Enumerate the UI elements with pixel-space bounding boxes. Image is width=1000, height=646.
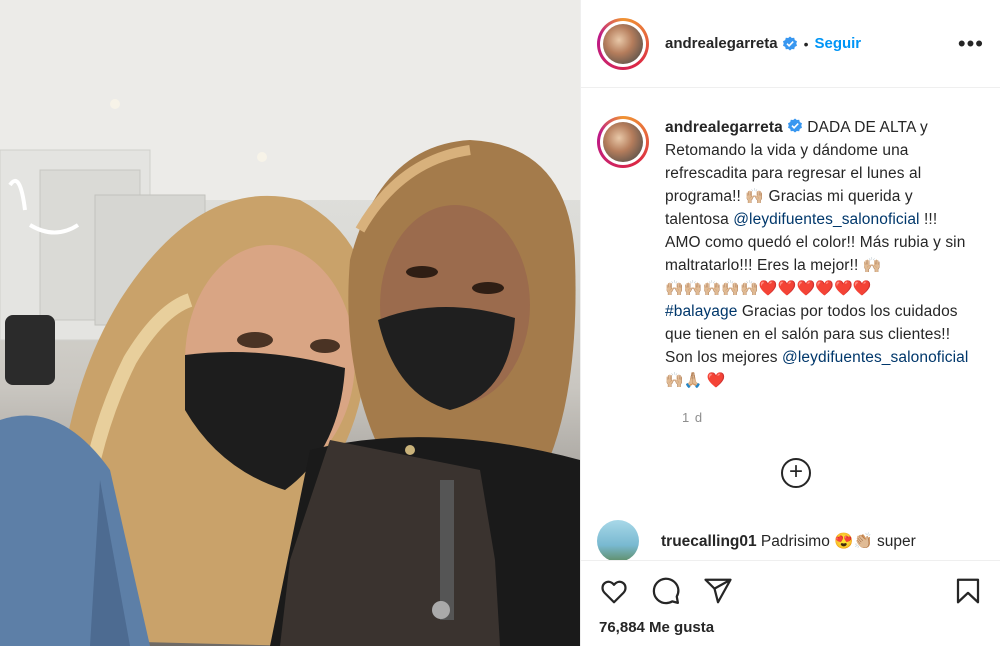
post-photo[interactable] — [0, 0, 580, 646]
share-icon — [704, 578, 732, 604]
like-icon — [601, 580, 627, 604]
caption-username[interactable]: andrealegarreta — [665, 119, 783, 136]
post-header: andrealegarreta • Seguir ••• — [581, 0, 1000, 88]
like-button[interactable] — [597, 574, 631, 608]
caption-author-avatar[interactable] — [597, 116, 649, 168]
comment-body: Padrisimo 😍👏🏼 super — [756, 533, 916, 550]
more-options-icon[interactable]: ••• — [958, 32, 984, 55]
avatar-inner — [600, 119, 646, 165]
verified-icon — [782, 36, 797, 50]
mention-link[interactable]: @leydifuentes_salonoficial — [782, 349, 968, 366]
raising-hands-emoji: 🙌🏼 — [745, 188, 765, 205]
likes-count[interactable]: 76,884 Me gusta — [581, 619, 1000, 636]
caption: andrealegarreta DADA DE ALTA y Retomando… — [597, 116, 984, 392]
post-actions: 76,884 Me gusta — [581, 560, 1000, 646]
post-timestamp[interactable]: 1 d — [682, 410, 984, 425]
share-button[interactable] — [701, 574, 735, 608]
mention-link[interactable]: @leydifuentes_salonoficial — [733, 211, 919, 228]
save-icon — [956, 578, 980, 604]
action-icons-row — [581, 561, 1000, 621]
raising-hands-emoji: 🙌🏼 — [862, 257, 882, 274]
caption-text: andrealegarreta DADA DE ALTA y Retomando… — [665, 116, 971, 392]
separator-dot: • — [803, 35, 809, 52]
author-username[interactable]: andrealegarreta — [665, 35, 778, 52]
hands-pray-emoji: 🙌🏼🙏🏼 — [665, 372, 707, 389]
comment-text: truecalling01 Padrisimo 😍👏🏼 super — [661, 532, 916, 551]
hearts-emoji-row: ❤️❤️❤️❤️❤️❤️ — [758, 280, 872, 297]
plus-glyph: + — [788, 458, 803, 485]
load-more-comments-icon[interactable]: + — [781, 458, 811, 488]
verified-icon — [787, 118, 802, 133]
commenter-username[interactable]: truecalling01 — [661, 533, 757, 550]
heart-emoji: ❤️ — [706, 372, 726, 389]
author-avatar[interactable] — [597, 17, 649, 70]
commenter-avatar[interactable] — [597, 520, 639, 562]
avatar-inner — [600, 20, 646, 67]
post-side-panel: andrealegarreta • Seguir ••• andrealegar… — [580, 0, 1000, 646]
hashtag-link[interactable]: #balayage — [665, 303, 737, 320]
avatar-image — [603, 23, 643, 64]
follow-button[interactable]: Seguir — [814, 35, 861, 52]
comment-icon — [652, 577, 680, 605]
photo-illustration — [0, 0, 580, 646]
comment-item: truecalling01 Padrisimo 😍👏🏼 super — [597, 520, 916, 562]
comment-button[interactable] — [649, 574, 683, 608]
raising-hands-emoji-row: 🙌🏼🙌🏼🙌🏼🙌🏼🙌🏼 — [665, 280, 759, 297]
comments-area: andrealegarreta DADA DE ALTA y Retomando… — [581, 88, 1000, 525]
save-button[interactable] — [951, 574, 985, 608]
avatar-image — [603, 122, 643, 162]
